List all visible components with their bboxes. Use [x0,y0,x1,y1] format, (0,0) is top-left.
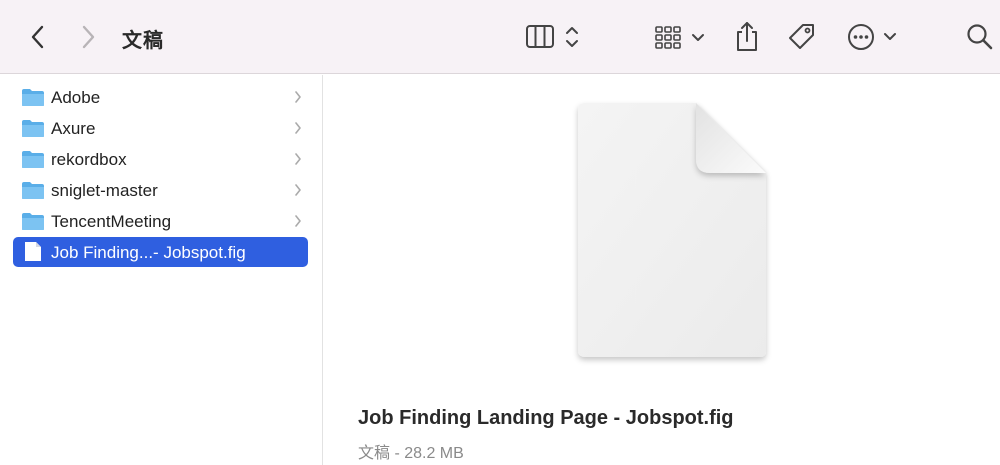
chevron-right-icon [295,215,301,227]
folder-icon [22,120,44,137]
folder-icon [22,151,44,168]
grid-group-icon [655,26,704,49]
chevron-right-icon [295,122,301,134]
folder-icon [22,213,44,230]
list-item-sniglet-master[interactable]: sniglet-master [13,175,308,205]
list-item-label: rekordbox [51,150,127,169]
list-item-adobe[interactable]: Adobe [13,82,308,112]
preview-pane: Job Finding Landing Page - Jobspot.fig 文… [344,75,1000,465]
list-item-tencentmeeting[interactable]: TencentMeeting [13,206,308,236]
columns-view-icon [526,25,578,48]
back-button[interactable] [24,22,52,52]
toolbar: 文稿 [0,0,1000,74]
list-item-label: TencentMeeting [51,212,172,231]
file-column: Adobe Axure rekordbox sniglet-master Ten… [0,75,323,465]
ellipsis-circle-icon [848,24,896,50]
window-title: 文稿 [122,30,164,52]
list-item-axure[interactable]: Axure [13,113,308,143]
forward-button[interactable] [74,22,102,52]
share-icon [737,22,757,51]
document-preview-icon [578,103,766,357]
group-button[interactable] [652,22,708,52]
search-button[interactable] [964,21,996,53]
search-icon [967,24,993,50]
chevron-right-icon [82,25,95,49]
chevron-right-icon [295,153,301,165]
view-mode-button[interactable] [522,22,584,52]
chevron-right-icon [295,184,301,196]
more-actions-button[interactable] [846,22,900,52]
list-item-rekordbox[interactable]: rekordbox [13,144,308,174]
preview-file-meta: 文稿 - 28.2 MB [358,445,464,462]
list-item-label: sniglet-master [51,181,158,200]
document-icon [25,242,41,261]
tag-icon [789,24,814,49]
folder-icon [22,182,44,199]
share-button[interactable] [732,20,762,54]
chevron-left-icon [31,25,44,49]
folder-icon [22,89,44,106]
list-item-jobspot-fig[interactable]: Job Finding...- Jobspot.fig [13,237,308,267]
tag-button[interactable] [786,21,818,53]
list-item-label: Adobe [51,88,101,107]
preview-file-name: Job Finding Landing Page - Jobspot.fig [358,407,734,429]
list-item-label: Job Finding...- Jobspot.fig [51,243,246,262]
chevron-right-icon [295,91,301,103]
list-item-label: Axure [51,119,96,138]
